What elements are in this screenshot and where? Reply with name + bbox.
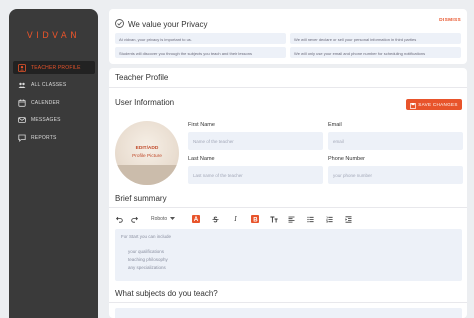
editor-toolbar: Roboto I B	[115, 214, 415, 224]
privacy-header: We value your Privacy	[115, 15, 207, 33]
dismiss-button[interactable]: DISMISS	[439, 18, 461, 23]
avatar-edit-label: EDIT/ADD	[135, 146, 159, 151]
privacy-banner: We value your Privacy DISMISS At vidvan,…	[109, 9, 467, 64]
editor-list-item: your qualifications	[128, 249, 165, 254]
privacy-note: At vidvan, your privacy is important to …	[115, 33, 286, 44]
text-color-icon[interactable]	[191, 214, 200, 224]
email-field[interactable]: email	[328, 132, 463, 150]
brief-summary-title: Brief summary	[115, 194, 167, 203]
privacy-note: We will never declare or sell your perso…	[290, 33, 461, 44]
group-icon	[18, 81, 26, 89]
calendar-icon	[18, 99, 26, 107]
user-information-title: User Information	[115, 98, 175, 107]
font-family-select[interactable]: Roboto	[151, 214, 181, 224]
sidebar: VIDVAN TEACHER PROFILE ALL CLASSES CALEN…	[9, 9, 98, 318]
indent-icon[interactable]	[344, 214, 353, 224]
privacy-note: Students will discover you through the s…	[115, 47, 286, 58]
chat-icon	[18, 134, 26, 142]
phone-number-label: Phone Number	[328, 156, 365, 162]
first-name-label: First Name	[188, 122, 215, 128]
redo-icon[interactable]	[130, 214, 139, 224]
editor-intro: For Start you can include	[121, 234, 172, 239]
bulleted-list-icon[interactable]	[306, 214, 315, 224]
sidebar-item-reports[interactable]: REPORTS	[13, 131, 95, 144]
sidebar-item-all-classes[interactable]: ALL CLASSES	[13, 79, 95, 92]
teacher-profile-card: Teacher Profile User Information SAVE CH…	[109, 68, 467, 318]
subjects-input[interactable]	[115, 308, 462, 318]
sidebar-item-label: TEACHER PROFILE	[31, 64, 81, 71]
strikethrough-icon[interactable]	[211, 214, 220, 224]
last-name-label: Last Name	[188, 156, 215, 162]
email-label: Email	[328, 122, 342, 128]
check-circle-icon	[115, 15, 124, 33]
divider	[109, 87, 467, 88]
editor-list-item: teaching philosophy	[128, 257, 168, 262]
sidebar-item-label: CALENDER	[31, 99, 60, 106]
sidebar-item-teacher-profile[interactable]: TEACHER PROFILE	[13, 61, 95, 74]
align-left-icon[interactable]	[287, 214, 296, 224]
numbered-list-icon[interactable]	[325, 214, 334, 224]
summary-editor[interactable]: For Start you can include your qualifica…	[115, 229, 462, 281]
avatar-edit-sublabel: Profile Picture	[132, 154, 162, 159]
first-name-field[interactable]: Name of the teacher	[188, 132, 323, 150]
page-title: Teacher Profile	[115, 73, 169, 82]
avatar-photo-shade	[115, 165, 179, 185]
sidebar-nav: TEACHER PROFILE ALL CLASSES CALENDER MES…	[13, 61, 95, 149]
save-icon	[410, 96, 417, 114]
sidebar-item-label: ALL CLASSES	[31, 82, 67, 88]
subjects-title: What subjects do you teach?	[115, 289, 218, 298]
text-size-icon[interactable]	[269, 214, 278, 224]
sidebar-item-messages[interactable]: MESSAGES	[13, 114, 95, 127]
privacy-note: We will only use your email and phone nu…	[290, 47, 461, 58]
svg-text:B: B	[253, 217, 258, 223]
brand-logo: VIDVAN	[26, 31, 81, 41]
undo-icon[interactable]	[115, 214, 124, 224]
person-icon	[18, 63, 26, 72]
privacy-title: We value your Privacy	[128, 19, 208, 29]
divider	[109, 207, 467, 208]
save-changes-button[interactable]: SAVE CHANGES	[406, 99, 462, 110]
divider	[109, 302, 467, 303]
last-name-field[interactable]: Last name of the teacher	[188, 166, 323, 184]
sidebar-item-label: MESSAGES	[31, 117, 61, 123]
mail-icon	[18, 116, 26, 124]
caret-down-icon	[170, 216, 176, 222]
sidebar-item-label: REPORTS	[31, 134, 57, 141]
bold-icon[interactable]: B	[250, 214, 259, 224]
phone-number-field[interactable]: your phone number	[328, 166, 463, 184]
editor-list-item: any specializations	[128, 265, 166, 270]
avatar-upload[interactable]: EDIT/ADD Profile Picture	[115, 121, 179, 185]
italic-icon[interactable]: I	[231, 214, 240, 224]
sidebar-item-calender[interactable]: CALENDER	[13, 96, 95, 109]
